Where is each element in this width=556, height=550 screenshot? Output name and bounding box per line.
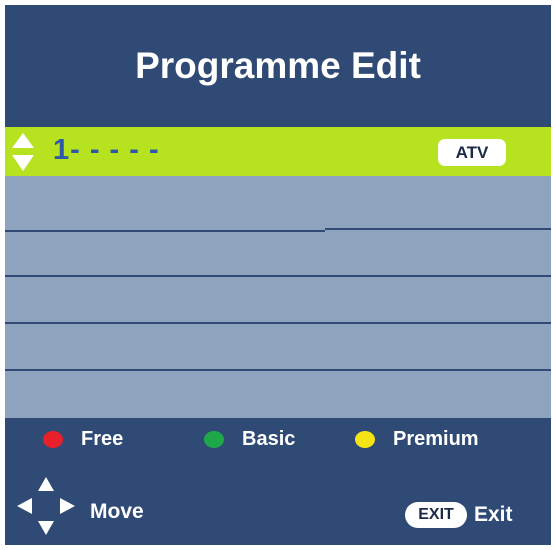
programme-row[interactable] bbox=[5, 371, 551, 416]
row-divider bbox=[325, 228, 551, 230]
yellow-dot-icon bbox=[355, 431, 375, 448]
programme-number: 1- - - - - bbox=[53, 134, 160, 166]
programme-edit-menu: Programme Edit 1- - - - - ATV Free Basic bbox=[5, 5, 551, 545]
programme-list: 1- - - - - ATV bbox=[5, 127, 551, 418]
legend-basic[interactable]: Basic bbox=[204, 428, 295, 451]
programme-row[interactable] bbox=[5, 178, 551, 223]
programme-row-selected[interactable]: 1- - - - - ATV bbox=[5, 127, 551, 176]
programme-row[interactable] bbox=[5, 277, 551, 322]
up-down-arrows-icon bbox=[12, 133, 34, 171]
page-title: Programme Edit bbox=[135, 45, 421, 86]
programme-row[interactable] bbox=[5, 232, 551, 277]
dpad-arrows-icon bbox=[17, 477, 75, 535]
atv-badge: ATV bbox=[438, 139, 506, 166]
exit-key-badge[interactable]: EXIT bbox=[405, 502, 467, 528]
footer-bar: Move EXIT Exit bbox=[5, 468, 551, 545]
legend-label: Basic bbox=[242, 428, 296, 450]
legend-premium[interactable]: Premium bbox=[355, 428, 479, 451]
green-dot-icon bbox=[204, 431, 224, 448]
legend-free[interactable]: Free bbox=[43, 428, 123, 451]
red-dot-icon bbox=[43, 431, 63, 448]
legend-label: Premium bbox=[393, 428, 479, 450]
legend-label: Free bbox=[81, 428, 124, 450]
programme-row[interactable] bbox=[5, 324, 551, 369]
exit-hint-label: Exit bbox=[474, 503, 513, 526]
move-hint-label: Move bbox=[90, 500, 144, 523]
colour-key-legend: Free Basic Premium bbox=[5, 418, 551, 468]
